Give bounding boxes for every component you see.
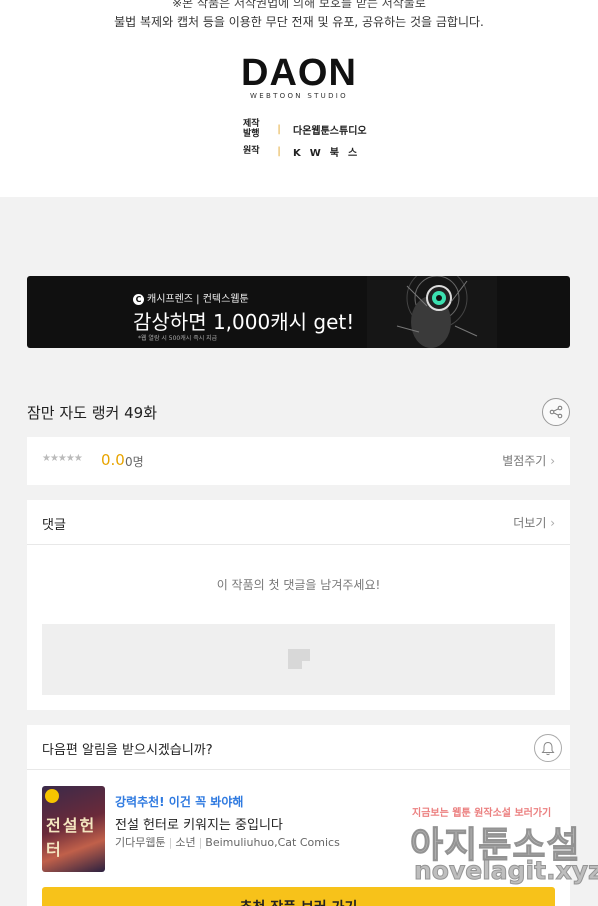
recommended-thumbnail[interactable]: 전설헌터	[42, 786, 105, 872]
copyright-notice-line2: 불법 복제와 캡처 등을 이용한 무단 전재 및 유포, 공유하는 것을 금합니…	[114, 15, 484, 29]
alarm-header: 다음편 알림을 받으시겠습니까?	[27, 725, 570, 770]
credit-value: 다온웹툰스튜디오	[293, 125, 367, 137]
clock-badge-icon	[45, 789, 59, 803]
watermark-url: novelagit.xyz	[414, 856, 598, 886]
recommended-meta: 기다무웹툰 | 소년 | Beimuliuhuo,Cat Comics	[115, 836, 340, 849]
episode-header: 잠만 자도 랭커 49화	[27, 398, 570, 426]
credit-separator: |	[277, 145, 281, 157]
recommended-genre: 기다무웹툰	[115, 836, 166, 849]
promo-banner[interactable]: C 캐시프렌즈 | 컨텍스웹툰 감상하면 1,000캐시 get! *웹 열람 시…	[27, 276, 570, 348]
credit-value: KW북스	[293, 147, 367, 159]
banner-character-art	[367, 276, 497, 348]
episode-title: 잠만 자도 랭커 49화	[27, 404, 157, 422]
chevron-right-icon: ›	[550, 454, 555, 468]
recommended-authors: Beimuliuhuo,Cat Comics	[205, 836, 340, 849]
share-icon	[549, 405, 563, 419]
comment-input-box[interactable]	[42, 624, 555, 695]
star-rating-icon: ★★★★★	[42, 453, 83, 464]
comments-title: 댓글	[42, 518, 66, 533]
credit-key: 제작 발행	[243, 119, 260, 139]
credit-separator: |	[277, 123, 281, 135]
chevron-right-icon: ›	[550, 516, 555, 530]
share-button[interactable]	[542, 398, 570, 426]
comments-empty-message: 이 작품의 첫 댓글을 남겨주세요!	[216, 578, 381, 592]
logo-main-text: DAON	[241, 52, 357, 94]
credits-section: ※본 작품은 저작권법에 의해 보호를 받는 저작물로 불법 복제와 캡처 등을…	[0, 0, 598, 197]
credit-key: 원작	[243, 146, 260, 156]
cash-friends-icon: C	[133, 294, 144, 305]
bell-icon	[541, 741, 555, 755]
rate-button[interactable]: 별점주기 ›	[502, 452, 555, 469]
write-comment-icon	[288, 649, 310, 669]
alarm-title: 다음편 알림을 받으시겠습니까?	[42, 743, 213, 758]
comments-card: 댓글 더보기 › 이 작품의 첫 댓글을 남겨주세요!	[27, 500, 570, 710]
comments-header: 댓글 더보기 ›	[27, 500, 570, 545]
rating-votes: 0명	[125, 455, 144, 469]
thumbnail-title-art: 전설헌터	[46, 816, 97, 859]
recommended-title[interactable]: 전설 헌터로 키워지는 중입니다	[115, 814, 283, 833]
banner-brand: C 캐시프렌즈 | 컨텍스웹툰	[133, 290, 249, 305]
banner-fineprint: *웹 열람 시 500캐시 즉시 지급	[138, 335, 218, 342]
credits-list: 제작 발행 | 다온웹툰스튜디오 원작 | KW북스	[243, 118, 367, 162]
recommend-tag: 강력추천! 이건 꼭 봐야해	[115, 795, 244, 809]
copyright-notice-line1: ※본 작품은 저작권법에 의해 보호를 받는 저작물로	[172, 0, 426, 10]
rating-score: 0.0	[101, 451, 125, 469]
site-watermark: 지금보는 웹툰 원작소설 보러가기 아지툰소설 novelagit.xyz	[408, 804, 598, 890]
rating-card: ★★★★★ 0.0 0명 별점주기 ›	[27, 437, 570, 485]
studio-logo: DAON WEBTOON STUDIO	[0, 52, 598, 100]
recommended-category: 소년	[175, 836, 196, 849]
banner-headline: 감상하면 1,000캐시 get!	[133, 310, 355, 334]
logo-sub-text: WEBTOON STUDIO	[250, 92, 348, 100]
comments-more-button[interactable]: 더보기 ›	[513, 514, 555, 531]
credit-row-original: 원작 | KW북스	[243, 140, 367, 162]
credit-row-production: 제작 발행 | 다온웹툰스튜디오	[243, 118, 367, 140]
alarm-toggle-button[interactable]	[534, 734, 562, 762]
